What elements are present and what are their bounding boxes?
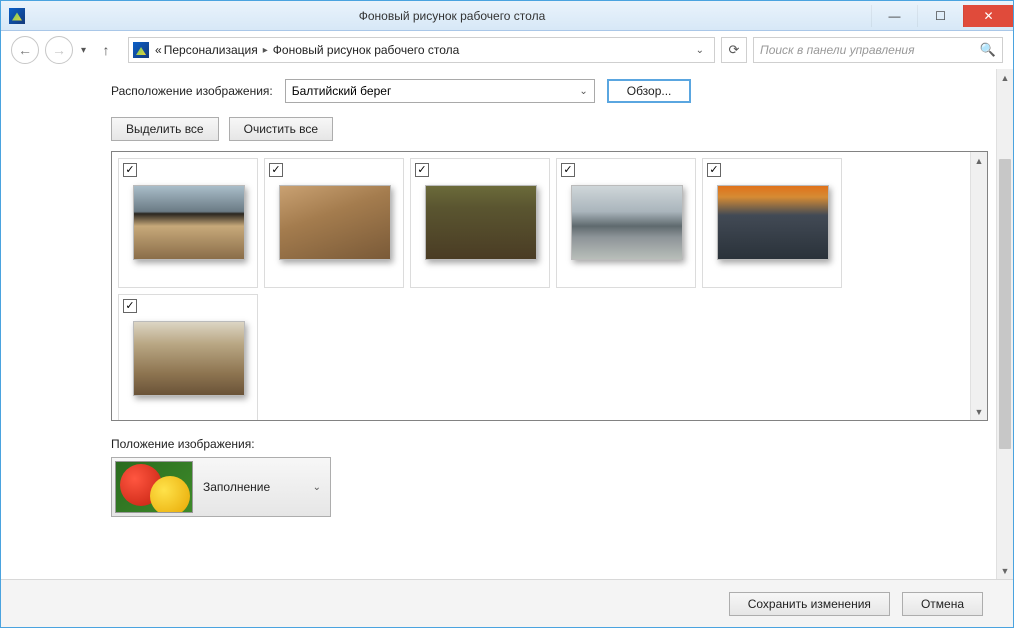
breadcrumb-item-background[interactable]: Фоновый рисунок рабочего стола [273,43,460,57]
breadcrumb-icon [133,42,149,58]
clear-all-button[interactable]: Очистить все [229,117,333,141]
gallery-item[interactable]: ✓ [702,158,842,288]
gallery-item-checkbox[interactable]: ✓ [707,163,721,177]
gallery-thumbnail [571,185,683,260]
gallery-thumbnail [133,321,245,396]
position-selected: Заполнение [193,480,313,494]
gallery-item[interactable]: ✓ [556,158,696,288]
position-preview [115,461,193,513]
gallery-item-checkbox[interactable]: ✓ [269,163,283,177]
gallery-item-checkbox[interactable]: ✓ [415,163,429,177]
window-controls: — ☐ ✕ [871,5,1013,27]
gallery: ✓ ✓ ✓ ✓ ✓ ✓ ▲ ▼ [111,151,988,421]
maximize-button[interactable]: ☐ [917,5,963,27]
window: Фоновый рисунок рабочего стола — ☐ ✕ ← →… [0,0,1014,628]
nav-row: ← → ▾ ↑ « Персонализация ▸ Фоновый рисун… [1,31,1013,69]
location-label: Расположение изображения: [111,84,273,98]
gallery-item[interactable]: ✓ [118,294,258,420]
cancel-button[interactable]: Отмена [902,592,983,616]
gallery-thumbnail [717,185,829,260]
position-label: Положение изображения: [111,437,988,451]
chevron-down-icon: ⌄ [313,482,327,493]
location-row: Расположение изображения: Балтийский бер… [111,79,988,103]
gallery-thumbnail [133,185,245,260]
close-button[interactable]: ✕ [963,5,1013,27]
history-dropdown-icon[interactable]: ▾ [79,45,88,56]
scroll-down-icon[interactable]: ▼ [997,562,1013,579]
gallery-item-checkbox[interactable]: ✓ [123,163,137,177]
breadcrumb[interactable]: « Персонализация ▸ Фоновый рисунок рабоч… [128,37,715,63]
minimize-button[interactable]: — [871,5,917,27]
save-button[interactable]: Сохранить изменения [729,592,890,616]
breadcrumb-dropdown-icon[interactable]: ⌄ [690,45,710,56]
scroll-up-icon[interactable]: ▲ [971,152,987,169]
gallery-item[interactable]: ✓ [118,158,258,288]
chevron-down-icon: ⌄ [579,86,587,97]
content-area: Расположение изображения: Балтийский бер… [1,69,1013,579]
app-icon [9,8,25,24]
breadcrumb-prefix: « [155,43,162,57]
forward-button[interactable]: → [45,36,73,64]
gallery-scrollbar[interactable]: ▲ ▼ [970,152,987,420]
location-select[interactable]: Балтийский берег ⌄ [285,79,595,103]
chevron-right-icon: ▸ [260,45,271,56]
position-select[interactable]: Заполнение ⌄ [111,457,331,517]
search-icon[interactable]: 🔍 [980,42,996,58]
select-all-button[interactable]: Выделить все [111,117,219,141]
up-button[interactable]: ↑ [94,38,118,62]
scroll-down-icon[interactable]: ▼ [971,403,987,420]
scroll-up-icon[interactable]: ▲ [997,69,1013,86]
gallery-item[interactable]: ✓ [410,158,550,288]
gallery-thumbnail [279,185,391,260]
breadcrumb-item-personalization[interactable]: Персонализация [164,43,258,57]
window-title: Фоновый рисунок рабочего стола [33,9,871,23]
gallery-item-checkbox[interactable]: ✓ [123,299,137,313]
gallery-item-checkbox[interactable]: ✓ [561,163,575,177]
scroll-thumb[interactable] [999,159,1011,449]
search-input[interactable]: Поиск в панели управления 🔍 [753,37,1003,63]
back-button[interactable]: ← [11,36,39,64]
search-placeholder: Поиск в панели управления [760,43,980,57]
bottom-bar: Сохранить изменения Отмена [1,579,1013,627]
selection-row: Выделить все Очистить все [111,117,988,141]
main-panel: Расположение изображения: Балтийский бер… [1,69,996,579]
browse-button[interactable]: Обзор... [607,79,692,103]
gallery-item[interactable]: ✓ [264,158,404,288]
location-selected: Балтийский берег [292,84,392,98]
page-scrollbar[interactable]: ▲ ▼ [996,69,1013,579]
gallery-thumbnail [425,185,537,260]
titlebar: Фоновый рисунок рабочего стола — ☐ ✕ [1,1,1013,31]
refresh-button[interactable]: ⟳ [721,37,747,63]
